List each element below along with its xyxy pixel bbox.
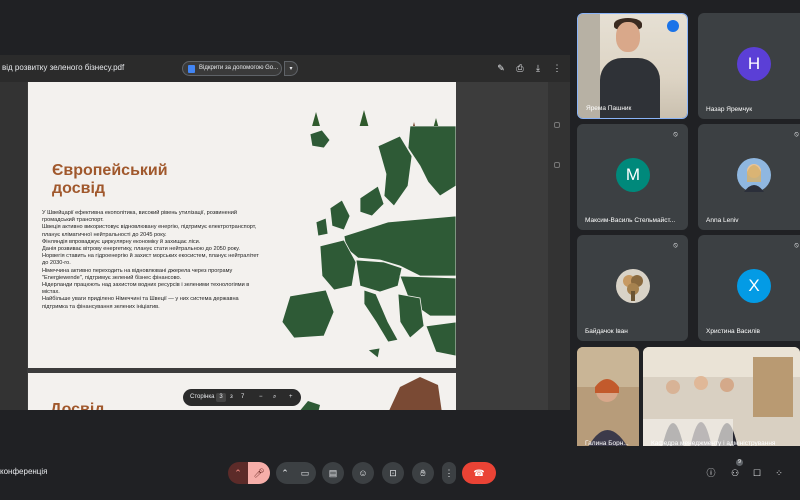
google-docs-icon — [188, 65, 195, 73]
camera-video — [577, 347, 639, 453]
chat-icon[interactable]: ☐ — [751, 467, 763, 479]
open-with-label: Відкрити за допомогою Go... — [199, 65, 279, 71]
slide-paragraph: Нідерланди працюють над захистом водних … — [42, 282, 250, 296]
mic-off-icon: ⦸ — [673, 131, 678, 138]
participant-name: Христина Василів — [706, 328, 760, 335]
activities-icon[interactable]: ⁘ — [773, 467, 785, 479]
page-total: 7 — [241, 394, 245, 400]
page-label: Сторінка — [190, 394, 215, 400]
participant-tile[interactable]: ⦸ Байдачок Іван — [577, 235, 688, 341]
page-number-input[interactable]: 3 — [216, 393, 226, 402]
participant-tile[interactable]: Ярема Пашник — [577, 13, 688, 119]
people-icon[interactable]: ⚇ — [729, 467, 741, 479]
participant-name: Назар Яремчук — [706, 106, 753, 113]
participant-name: Максим-Василь Стельмайст... — [585, 217, 676, 224]
meet-window: від розвитку зеленого бізнесу.pdf Відкри… — [0, 0, 800, 500]
slide-paragraph: У Швейцарії ефективна екополітика, висок… — [42, 210, 238, 224]
call-controls-bar: конференція ⌃ 🎤︎ ⌃ ▭ ▤ ☺ ⊡ ✋︎ ⋮ ☎︎ ⓘ ⚇ 9… — [0, 446, 800, 500]
pdf-toolbar: від розвитку зеленого бізнесу.pdf Відкри… — [0, 55, 570, 82]
participant-tile[interactable]: ⦸ Anna Leniv — [698, 124, 800, 230]
slide-paragraph: Найбільше уваги приділено Німеччині та Ш… — [42, 296, 239, 310]
shared-screen: від розвитку зеленого бізнесу.pdf Відкри… — [0, 55, 570, 410]
camera-video — [643, 347, 800, 453]
mic-toggle-button[interactable]: 🎤︎ — [248, 462, 270, 484]
end-call-button[interactable]: ☎︎ — [462, 462, 496, 484]
download-icon[interactable]: ⤓ — [533, 63, 543, 73]
page-separator: з — [230, 394, 233, 400]
raise-hand-button[interactable]: ✋︎ — [412, 462, 434, 484]
open-with-button[interactable]: Відкрити за допомогою Go... — [182, 61, 282, 76]
mic-options-button[interactable]: ⌃ — [228, 462, 248, 484]
mic-off-icon: ⦸ — [794, 242, 799, 249]
right-rail — [548, 82, 570, 410]
meeting-title: конференція — [0, 467, 48, 476]
avatar: М — [616, 158, 650, 192]
participant-name: Байдачок Іван — [585, 328, 628, 335]
europe-map — [281, 126, 456, 359]
captions-button[interactable]: ▤ — [322, 462, 344, 484]
participant-count-badge: 9 — [736, 459, 743, 466]
annotate-icon[interactable]: ✎ — [496, 63, 506, 73]
emoji-button[interactable]: ☺ — [352, 462, 374, 484]
speaking-icon — [667, 20, 679, 32]
rail-button-icon[interactable] — [554, 162, 560, 168]
slide-paragraph: Фінляндія впроваджує циркулярну економік… — [42, 238, 201, 245]
more-options-button[interactable]: ⋮ — [442, 462, 456, 484]
avatar: Н — [737, 47, 771, 81]
present-button[interactable]: ⊡ — [382, 462, 404, 484]
participant-tile[interactable]: Галина Борн... — [577, 347, 639, 453]
slide-paragraph: Швеція активно використовує відновлювану… — [42, 224, 257, 238]
current-slide: Європейський досвід У Швейцарії ефективн… — [28, 126, 456, 368]
slide-paragraph: Норвегія ставить на гідроенергію й захис… — [42, 253, 259, 267]
participant-tile[interactable]: ⦸ М Максим-Василь Стельмайст... — [577, 124, 688, 230]
zoom-icon[interactable]: ⌕ — [273, 394, 276, 401]
slide-body: У Швейцарії ефективна екополітика, висок… — [42, 210, 264, 311]
camera-options-button[interactable]: ⌃ — [276, 462, 294, 484]
avatar: Х — [737, 269, 771, 303]
participant-tile[interactable]: ⦸ Х Христина Василів — [698, 235, 800, 341]
next-slide-heading: Досвід — [50, 401, 105, 410]
mic-off-icon: ⦸ — [794, 131, 799, 138]
participant-tile[interactable]: Н Назар Яремчук — [698, 13, 800, 119]
pdf-page-control: Сторінка 3 з 7 − ⌕ + — [183, 389, 301, 406]
participant-name: Anna Leniv — [706, 217, 739, 224]
slide-paragraph: Німеччина активно переходить на відновлю… — [42, 267, 233, 281]
rail-button-icon[interactable] — [554, 122, 560, 128]
zoom-in-button[interactable]: + — [289, 394, 293, 400]
slide-heading: Європейський досвід — [52, 162, 168, 197]
info-icon[interactable]: ⓘ — [705, 467, 717, 479]
participant-tile[interactable]: Кафедра менеджменту і адміністрування — [643, 347, 800, 453]
camera-toggle-button[interactable]: ▭ — [294, 462, 316, 484]
avatar-photo — [616, 269, 650, 303]
open-with-dropdown[interactable]: ▾ — [284, 61, 298, 76]
participant-name: Ярема Пашник — [586, 105, 632, 112]
mic-off-icon: ⦸ — [673, 242, 678, 249]
thumbnail-panel — [0, 82, 27, 410]
pdf-file-title: від розвитку зеленого бізнесу.pdf — [2, 63, 125, 72]
avatar-photo — [737, 158, 771, 192]
zoom-out-button[interactable]: − — [259, 394, 263, 400]
print-icon[interactable]: ⎙ — [515, 63, 525, 73]
more-vert-icon[interactable]: ⋮ — [552, 63, 562, 73]
